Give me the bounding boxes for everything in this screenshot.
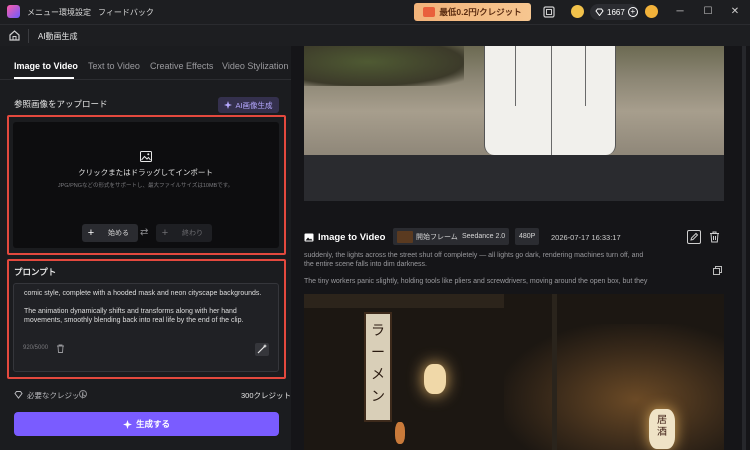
tab-image-to-video[interactable]: Image to Video [14, 61, 78, 71]
info-icon[interactable]: i [79, 390, 87, 398]
resolution-tag-label: 480P [519, 233, 536, 240]
menu-item-feedback[interactable]: フィードバック [98, 7, 154, 18]
tab-video-stylization[interactable]: Video Stylization [222, 61, 288, 71]
avatar[interactable] [645, 5, 658, 18]
ramen-sign: ラ ー メ ン [364, 312, 392, 422]
result-timestamp: 2026-07-17 16:33:17 [551, 233, 621, 242]
tab-text-to-video[interactable]: Text to Video [88, 61, 140, 71]
credit-count: 1667 [607, 7, 625, 17]
character-count: 920/5000 [23, 345, 49, 351]
ramen-sign-text: ラ ー メ ン [371, 323, 385, 405]
add-credit-icon[interactable]: + [627, 7, 638, 17]
required-credits-label: 必要なクレジット [27, 391, 87, 400]
resolution-tag: 480P [515, 228, 540, 245]
required-credits-value: 300クレジット [241, 391, 292, 400]
video-frame-pole [552, 294, 557, 450]
prompt-textarea[interactable]: comic style, complete with a hooded mask… [13, 283, 279, 372]
image-icon [304, 233, 314, 242]
menu-item-preferences[interactable]: 環境設定 [59, 7, 91, 18]
maximize-icon[interactable]: ☐ [700, 4, 716, 20]
app-logo-icon [7, 5, 20, 18]
izakaya-lantern: 居 酒 [649, 409, 675, 449]
lantern [395, 422, 405, 444]
video-frame-trees [304, 46, 464, 86]
diamond-icon [595, 8, 604, 16]
upload-hint: JPG/PNGなどの形式をサポートし、最大ファイルサイズは10MBです。 [57, 183, 234, 189]
sparkle-icon [122, 419, 132, 429]
tabs-divider [0, 79, 291, 80]
plus-icon: + [161, 227, 169, 239]
magic-wand-icon[interactable] [255, 343, 269, 356]
minimize-icon[interactable]: ─ [672, 4, 688, 20]
promo-banner[interactable]: 最低0.2円/クレジット [414, 3, 531, 21]
close-icon[interactable]: ✕ [727, 4, 743, 20]
result-description: suddenly, the lights across the street s… [304, 251, 709, 286]
coin-icon[interactable] [571, 5, 584, 18]
izakaya-lantern-text: 居 酒 [657, 415, 667, 438]
start-frame-label: 始める [108, 230, 129, 237]
end-frame-label: 終わり [182, 230, 203, 237]
start-frame-button[interactable]: + 始める [82, 224, 138, 242]
credit-balance[interactable]: 1667 + [590, 4, 638, 20]
edit-icon[interactable] [687, 230, 701, 244]
generate-label: 生成する [135, 419, 170, 429]
video-frame-figure [484, 46, 616, 155]
breadcrumb-divider [28, 29, 29, 43]
delete-icon[interactable] [709, 231, 720, 243]
ai-image-generate-label: AI画像生成 [235, 100, 273, 110]
lantern-light [424, 364, 446, 394]
tab-creative-effects[interactable]: Creative Effects [150, 61, 213, 71]
generate-button[interactable]: 生成する [14, 412, 279, 436]
left-panel: Image to Video Text to Video Creative Ef… [0, 46, 291, 450]
model-tag-label: Seedance 2.0 [462, 233, 506, 240]
scrollbar[interactable] [742, 46, 746, 450]
copy-icon[interactable] [713, 266, 722, 275]
sparkle-icon [224, 101, 233, 109]
clear-prompt-icon[interactable] [56, 344, 65, 353]
generated-video-preview[interactable]: ラ ー メ ン 居 酒 [304, 294, 724, 450]
frame-thumbnail [397, 230, 413, 243]
start-frame-tag-label: 開始フレーム [416, 233, 458, 241]
diamond-icon [14, 391, 23, 399]
prompt-text[interactable]: comic style, complete with a hooded mask… [24, 289, 271, 325]
promo-label: 最低0.2円/クレジット [439, 7, 522, 17]
prompt-title: プロンプト [14, 267, 57, 277]
result-title: Image to Video [318, 232, 386, 243]
previous-video-preview[interactable] [304, 46, 724, 155]
upload-section-title: 参照画像をアップロード [14, 99, 108, 109]
swap-icon[interactable]: ⇄ [140, 227, 148, 238]
description-line: The tiny workers panic slightly, holding… [304, 278, 648, 285]
upload-instruction: クリックまたはドラッグしてインポート [78, 168, 213, 177]
model-tag: Seedance 2.0 [458, 228, 510, 245]
home-icon[interactable] [8, 29, 21, 42]
image-icon [140, 151, 152, 162]
ai-image-generate-button[interactable]: AI画像生成 [218, 97, 279, 113]
video-preview-footer [304, 155, 724, 201]
description-line: the entire scene falls into dim darkness… [304, 261, 427, 268]
start-frame-tag: 開始フレーム [393, 228, 462, 245]
title-bar: メニュー 環境設定 フィードバック 最低0.2円/クレジット 1667 + ─ … [0, 0, 750, 24]
plus-icon: + [87, 227, 95, 239]
gift-icon [423, 7, 436, 17]
end-frame-button[interactable]: + 終わり [156, 224, 212, 242]
results-panel: Image to Video 開始フレーム Seedance 2.0 480P … [291, 46, 750, 450]
menu-item-menu[interactable]: メニュー [27, 7, 59, 18]
breadcrumb: AI動画生成 [0, 24, 750, 46]
layout-icon[interactable] [542, 5, 556, 19]
page-title: AI動画生成 [38, 32, 78, 41]
